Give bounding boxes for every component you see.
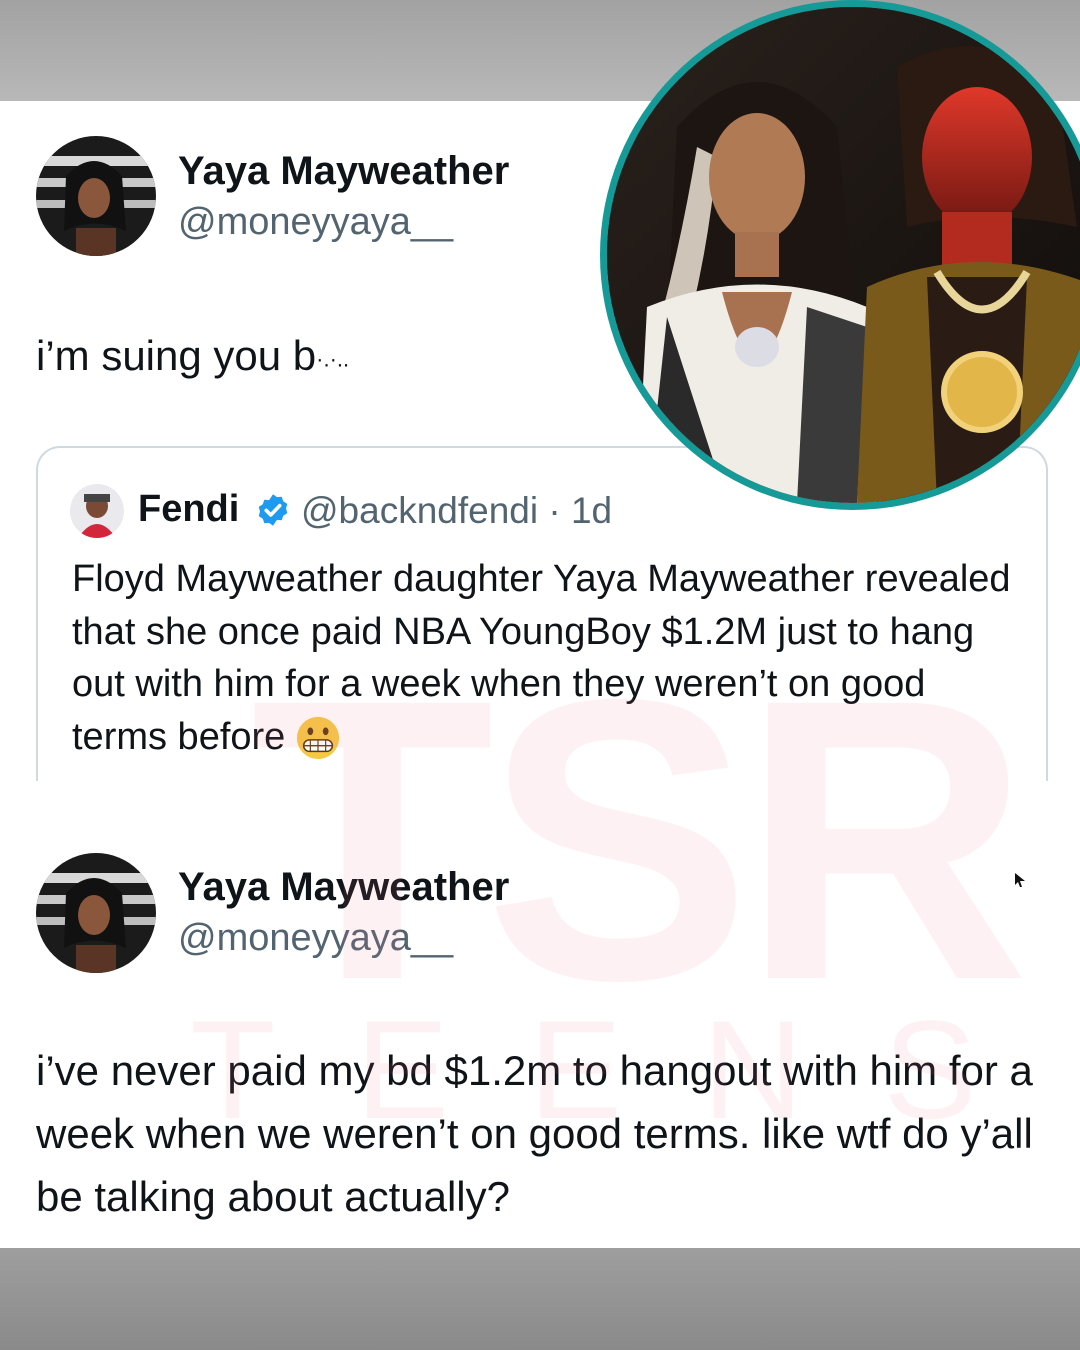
quoted-user-handle[interactable]: @backndfendi · 1d [301, 490, 612, 532]
avatar[interactable] [36, 853, 156, 973]
tweet-card-2: Yaya Mayweather @moneyyaya__ i’ve never … [0, 781, 1080, 1248]
user-handle[interactable]: @moneyyaya__ [178, 201, 453, 244]
user-name[interactable]: Yaya Mayweather [178, 149, 509, 194]
cursor-icon [1015, 873, 1025, 887]
quoted-user-name[interactable]: Fendi [138, 488, 239, 531]
tweet-text: i’m suing you b·.·.. [36, 332, 350, 379]
bottom-background-band [0, 1248, 1080, 1350]
photo-image [607, 7, 1080, 503]
avatar[interactable] [36, 136, 156, 256]
censor-mark: ·.·.. [316, 346, 350, 372]
grimacing-face-emoji-icon [297, 717, 340, 760]
avatar[interactable] [70, 484, 124, 538]
verified-badge-icon [258, 494, 288, 526]
photo-inset-circle [600, 0, 1080, 510]
user-name[interactable]: Yaya Mayweather [178, 865, 509, 910]
tweet-text: i’ve never paid my bd $1.2m to hangout w… [36, 1047, 1033, 1220]
user-handle[interactable]: @moneyyaya__ [178, 917, 453, 960]
quoted-tweet-text: Floyd Mayweather daughter Yaya Mayweathe… [72, 553, 1012, 763]
